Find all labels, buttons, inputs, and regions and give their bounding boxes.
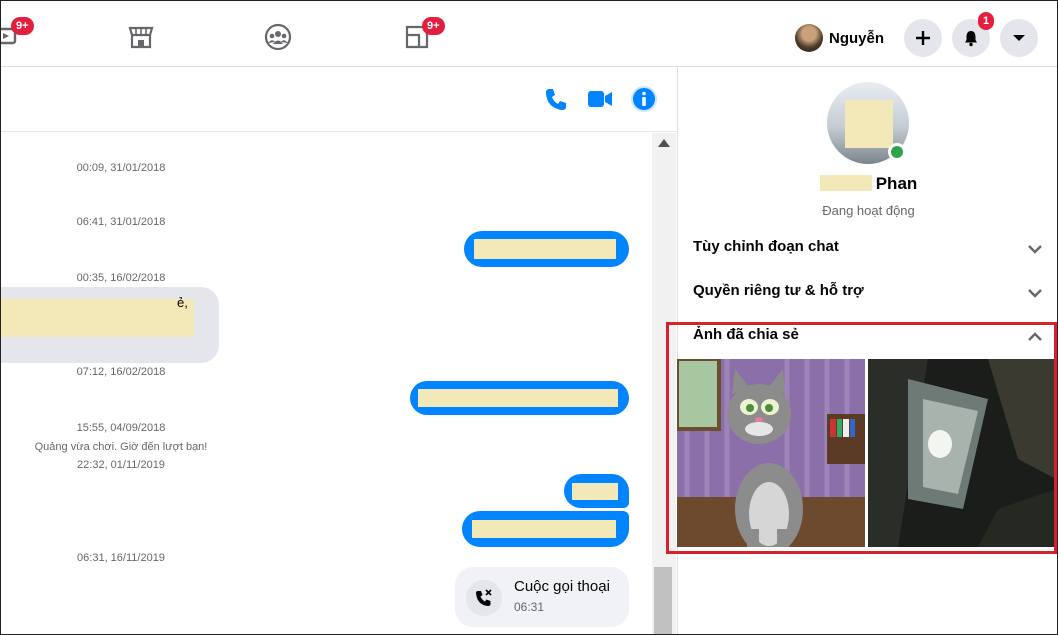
- messenger-window: 9+ 9+ Nguyễn 1 00:09, 31/01/2018 06:41, …: [0, 0, 1058, 635]
- missed-call-icon: [466, 580, 502, 616]
- groups-icon[interactable]: [264, 23, 292, 51]
- avatar: [795, 24, 823, 52]
- chevron-down-icon: [1028, 245, 1042, 254]
- chevron-down-icon: [1028, 289, 1042, 298]
- scrollbar-thumb[interactable]: [654, 567, 672, 634]
- incoming-message[interactable]: ẻ,: [1, 287, 219, 363]
- timestamp: 06:31, 16/11/2019: [77, 552, 165, 564]
- caret-down-icon: [1013, 35, 1025, 41]
- section-label: Quyền riêng tư & hỗ trợ: [693, 282, 864, 299]
- scroll-up-arrow-icon[interactable]: [658, 139, 670, 147]
- timestamp: 22:32, 01/11/2019: [77, 459, 165, 471]
- message-text-fragment: ẻ,: [177, 295, 188, 310]
- game-notice: Quảng vừa chơi. Giờ đến lượt bạn!: [34, 441, 208, 453]
- timestamp: 15:55, 04/09/2018: [76, 422, 166, 434]
- info-icon[interactable]: [631, 86, 657, 112]
- create-button[interactable]: [904, 19, 942, 57]
- watch-badge: 9+: [11, 17, 34, 35]
- bell-icon: [965, 31, 977, 47]
- active-status: Đang hoạt động: [822, 203, 915, 218]
- shared-photos-highlight: [666, 322, 1057, 554]
- outgoing-message[interactable]: [564, 474, 629, 508]
- call-title: Cuộc gọi thoại: [514, 578, 610, 595]
- section-customize-chat[interactable]: Tùy chỉnh đoạn chat: [693, 238, 1043, 260]
- video-camera-icon[interactable]: [587, 86, 613, 112]
- timestamp: 06:41, 31/01/2018: [76, 216, 166, 228]
- chat-header: [1, 68, 677, 132]
- redacted-first-name: [819, 175, 872, 191]
- plus-icon: [916, 31, 930, 45]
- outgoing-message[interactable]: [464, 231, 629, 267]
- top-navigation-bar: 9+ 9+ Nguyễn 1: [1, 1, 1057, 67]
- section-privacy-support[interactable]: Quyền riêng tư & hỗ trợ: [693, 282, 1043, 304]
- voice-call-card[interactable]: Cuộc gọi thoại 06:31: [455, 567, 629, 627]
- call-duration: 06:31: [514, 600, 545, 614]
- contact-name: Phan: [678, 174, 1057, 194]
- profile-name: Nguyễn: [829, 29, 885, 47]
- notifications-badge: 1: [978, 12, 995, 30]
- phone-icon[interactable]: [543, 86, 569, 112]
- gaming-badge: 9+: [422, 17, 445, 35]
- outgoing-message[interactable]: [410, 381, 629, 415]
- timestamp: 00:35, 16/02/2018: [76, 272, 166, 284]
- online-status-dot: [888, 143, 906, 161]
- section-label: Tùy chỉnh đoạn chat: [693, 238, 839, 255]
- timestamp: 07:12, 16/02/2018: [76, 366, 166, 378]
- marketplace-icon[interactable]: [127, 23, 155, 51]
- message-thread[interactable]: 00:09, 31/01/2018 06:41, 31/01/2018 00:3…: [1, 133, 651, 634]
- profile-shortcut[interactable]: Nguyễn: [795, 23, 884, 53]
- timestamp: 00:09, 31/01/2018: [76, 162, 166, 174]
- account-menu-button[interactable]: [1000, 19, 1038, 57]
- outgoing-message[interactable]: [462, 511, 629, 547]
- contact-last-name: Phan: [875, 174, 918, 193]
